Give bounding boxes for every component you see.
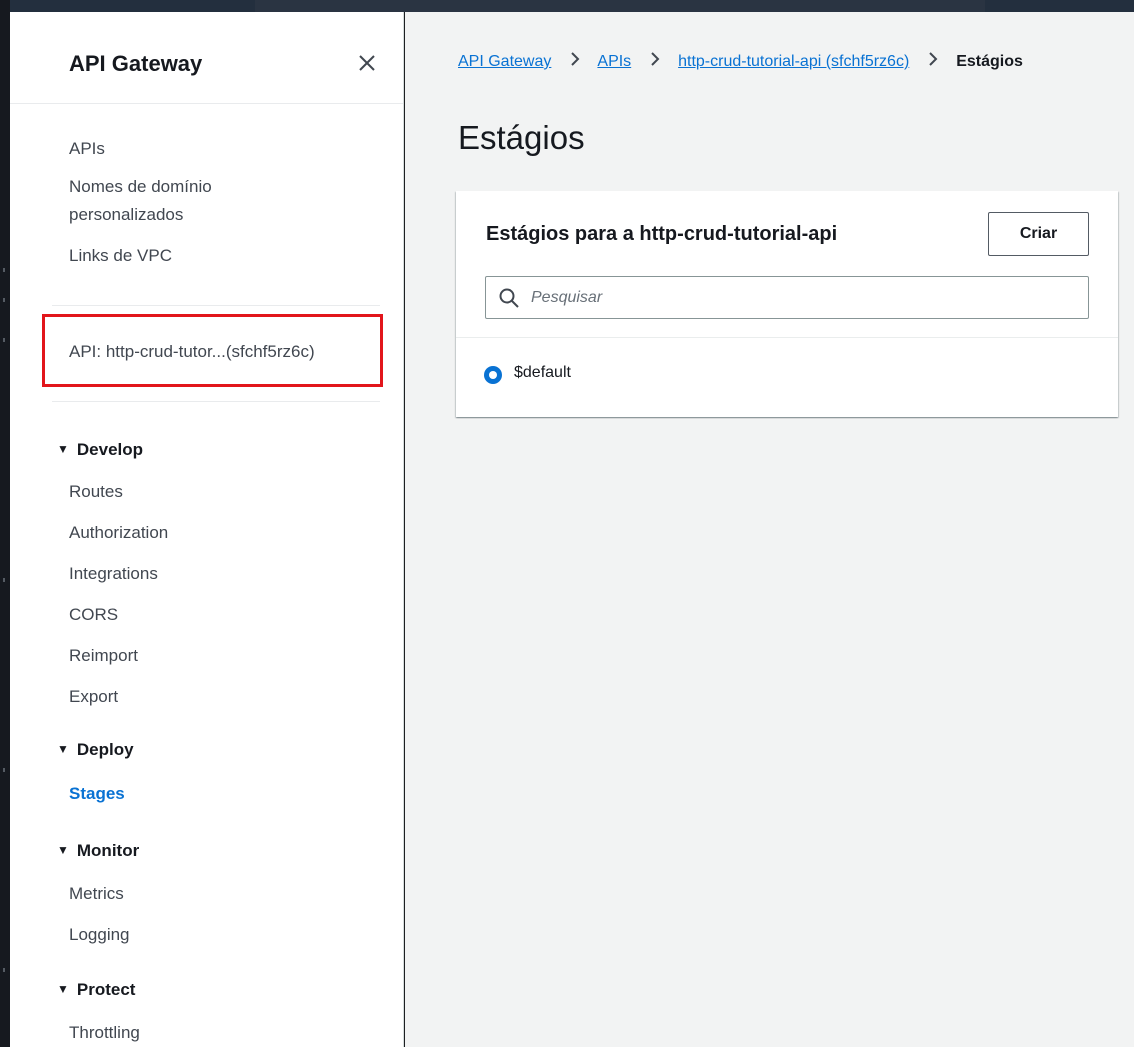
section-label: Monitor [76, 841, 140, 860]
chevron-right-icon [926, 52, 940, 71]
close-icon[interactable] [354, 50, 380, 76]
search-field[interactable] [485, 276, 1089, 319]
breadcrumb: API Gateway APIs http-crud-tutorial-api … [458, 52, 1023, 71]
section-label: Protect [76, 980, 136, 999]
side-navigation: API Gateway APIs Nomes de domínio person… [10, 12, 404, 1047]
stage-name: $default [514, 364, 571, 381]
caret-down-icon: ▼ [57, 843, 69, 857]
top-strip [255, 0, 985, 12]
edge-mark [3, 268, 5, 272]
stages-panel: Estágios para a http-crud-tutorial-api C… [456, 191, 1118, 417]
radio-selected-icon[interactable] [484, 366, 502, 384]
breadcrumb-link-api-gateway[interactable]: API Gateway [458, 53, 551, 70]
edge-mark [3, 298, 5, 302]
page-title: Estágios [458, 119, 585, 156]
chevron-right-icon [568, 52, 582, 71]
section-deploy[interactable]: ▼ Deploy [57, 740, 134, 760]
caret-down-icon: ▼ [57, 442, 69, 456]
search-input[interactable] [531, 283, 1071, 313]
edge-mark [3, 578, 5, 582]
search-icon [498, 287, 520, 309]
section-label: Deploy [76, 740, 134, 759]
section-monitor[interactable]: ▼ Monitor [57, 841, 139, 861]
section-label: Develop [76, 440, 144, 459]
sidebar-api-label: API: http-crud-tutor...(sfchf5rz6c) [69, 342, 315, 361]
sidebar-title: API Gateway [69, 51, 203, 76]
panel-title: Estágios para a http-crud-tutorial-api [486, 223, 838, 245]
sidebar-item-apis[interactable]: APIs [69, 137, 105, 161]
breadcrumb-link-apis[interactable]: APIs [597, 53, 631, 70]
sidebar-item-throttling[interactable]: Throttling [69, 1023, 140, 1043]
chevron-right-icon [648, 52, 662, 71]
edge-mark [3, 768, 5, 772]
section-develop[interactable]: ▼ Develop [57, 440, 143, 460]
sidebar-item-routes[interactable]: Routes [69, 482, 123, 502]
breadcrumb-current: Estágios [956, 53, 1023, 70]
divider [52, 401, 380, 402]
edge-mark [3, 338, 5, 342]
sidebar-item-custom-domains[interactable]: Nomes de domínio personalizados [69, 175, 212, 227]
divider [52, 305, 380, 306]
sidebar-item-metrics[interactable]: Metrics [69, 884, 124, 904]
caret-down-icon: ▼ [57, 982, 69, 996]
sidebar-item-label: personalizados [69, 205, 184, 224]
breadcrumb-link-api[interactable]: http-crud-tutorial-api (sfchf5rz6c) [678, 53, 909, 70]
main-content: API Gateway APIs http-crud-tutorial-api … [405, 12, 1134, 1047]
sidebar-item-export[interactable]: Export [69, 687, 118, 707]
edge-mark [3, 968, 5, 972]
sidebar-item-authorization[interactable]: Authorization [69, 523, 168, 543]
sidebar-item-cors[interactable]: CORS [69, 605, 118, 625]
create-button[interactable]: Criar [988, 212, 1089, 256]
sidebar-item-integrations[interactable]: Integrations [69, 564, 158, 584]
browser-top-bar [0, 0, 1134, 12]
divider [456, 337, 1118, 338]
sidebar-item-label: Nomes de domínio [69, 177, 212, 196]
left-frame-edge [0, 0, 10, 1047]
sidebar-item-stages[interactable]: Stages [69, 784, 125, 804]
caret-down-icon: ▼ [57, 742, 69, 756]
sidebar-item-reimport[interactable]: Reimport [69, 646, 138, 666]
section-protect[interactable]: ▼ Protect [57, 980, 135, 1000]
sidebar-item-logging[interactable]: Logging [69, 925, 130, 945]
sidebar-header: API Gateway [10, 12, 403, 104]
sidebar-item-vpc-links[interactable]: Links de VPC [69, 244, 172, 268]
